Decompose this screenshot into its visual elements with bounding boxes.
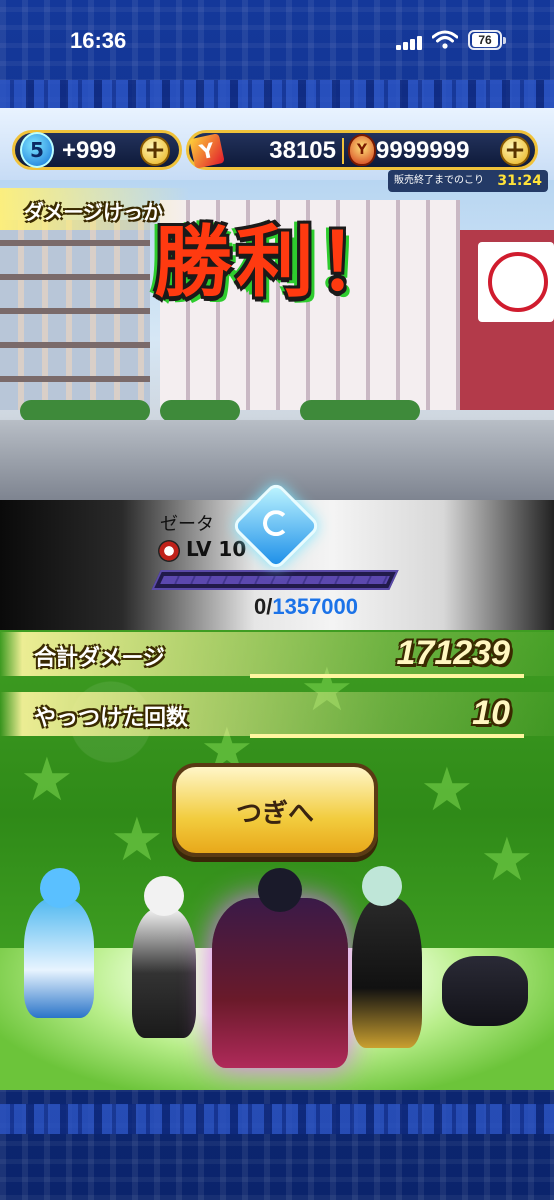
- character-head: [144, 876, 184, 916]
- character-name: ゼータ: [160, 514, 214, 535]
- exp-current: 0/: [254, 594, 273, 619]
- character-sprite: [442, 956, 528, 1026]
- defeat-count-label: やっつけた回数: [34, 706, 189, 731]
- status-bar: 16:36 76: [0, 0, 554, 80]
- battery-level: 76: [472, 33, 498, 47]
- character-sprite: [352, 898, 422, 1048]
- medal-amount: 9999999: [376, 137, 470, 164]
- exp-readout: 0/1357000: [254, 594, 358, 620]
- character-sprite: [212, 898, 348, 1068]
- add-orb-button[interactable]: +: [140, 136, 170, 166]
- star-decoration: ★: [420, 755, 474, 825]
- sale-label: 販売終了までのこり: [394, 175, 484, 186]
- hedge: [160, 400, 240, 422]
- soul-orb-icon: 5: [20, 132, 54, 168]
- y-money-amount: 38105: [269, 137, 336, 164]
- character-sprite: [24, 898, 94, 1018]
- battery-icon: 76: [468, 30, 506, 50]
- star-decoration: ★: [20, 745, 74, 815]
- medal-icon: Y: [348, 134, 376, 166]
- sale-timer: 31:24: [497, 173, 542, 189]
- cellular-signal-icon: [396, 34, 426, 50]
- add-money-button[interactable]: +: [500, 136, 530, 166]
- underline: [250, 674, 524, 678]
- tribe-icon: [158, 540, 180, 562]
- game-screen: 5 +999 + Y 38105 Y 9999999 + 販売終了までのこり 3…: [0, 108, 554, 1090]
- frame-band-top: [0, 80, 554, 110]
- hedge: [20, 400, 150, 422]
- next-button-label: つぎへ: [235, 799, 314, 829]
- star-decoration: ★: [480, 825, 534, 895]
- exp-bar-fill: [154, 572, 162, 588]
- defeat-count-row: やっつけた回数 10: [0, 692, 554, 738]
- divider: [342, 138, 344, 164]
- frame-band-bottom: [0, 1104, 554, 1134]
- character-level: LV 10: [186, 537, 247, 561]
- exp-bar: [151, 570, 399, 590]
- hedge: [300, 400, 420, 422]
- character-head: [40, 868, 80, 908]
- character-head: [362, 866, 402, 906]
- y-money-icon: Y: [189, 133, 225, 169]
- clock: 16:36: [70, 28, 127, 53]
- defeat-count-value: 10: [472, 694, 510, 732]
- victory-title: 勝利！: [153, 217, 400, 308]
- character-sprite: [132, 908, 196, 1038]
- wifi-icon: [432, 30, 458, 49]
- orb-count: +999: [62, 137, 117, 164]
- sale-timer-banner: 販売終了までのこり 31:24: [388, 170, 548, 192]
- star-decoration: ★: [110, 805, 164, 875]
- exp-max: 1357000: [272, 594, 359, 619]
- total-damage-row: 合計ダメージ 171239: [0, 632, 554, 678]
- character-head: [258, 868, 302, 912]
- next-button[interactable]: つぎへ: [172, 763, 378, 857]
- total-damage-label: 合計ダメージ: [34, 646, 165, 671]
- total-damage-value: 171239: [396, 634, 510, 672]
- underline: [250, 734, 524, 738]
